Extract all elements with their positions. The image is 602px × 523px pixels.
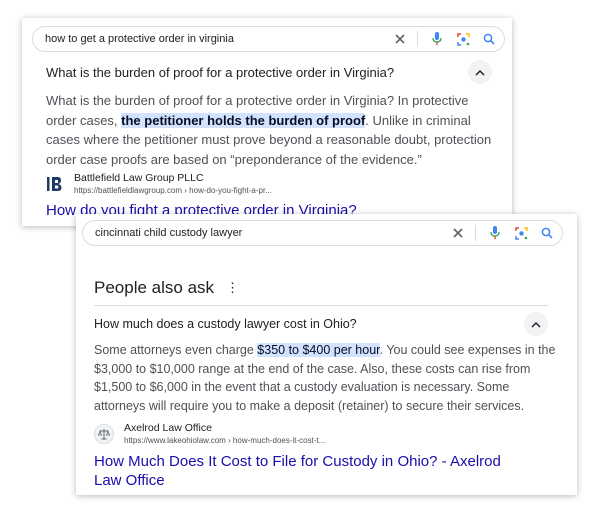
- search-input[interactable]: cincinnati child custody lawyer: [83, 227, 439, 239]
- search-bar[interactable]: how to get a protective order in virgini…: [32, 26, 505, 52]
- people-also-ask-header: People also ask ⋮: [94, 278, 239, 298]
- question-text: What is the burden of proof for a protec…: [46, 64, 395, 80]
- lens-icon[interactable]: [514, 226, 528, 240]
- source-url: https://battlefieldlawgroup.com › how-do…: [74, 186, 272, 195]
- close-icon[interactable]: [451, 226, 465, 240]
- section-divider: [94, 305, 548, 306]
- source-attribution[interactable]: Axelrod Law Office https://www.lakeohiol…: [94, 422, 325, 445]
- answer-highlight: the petitioner holds the burden of proof: [121, 112, 366, 128]
- section-title: People also ask: [94, 278, 215, 297]
- microphone-icon[interactable]: [430, 32, 444, 46]
- question-row[interactable]: How much does a custody lawyer cost in O…: [94, 312, 548, 336]
- search-result-card-protective-order: how to get a protective order in virgini…: [22, 18, 512, 226]
- result-link[interactable]: How Much Does It Cost to File for Custod…: [94, 452, 524, 490]
- search-input[interactable]: how to get a protective order in virgini…: [33, 33, 381, 45]
- battlefield-logo-icon: [46, 175, 64, 193]
- search-icon[interactable]: [540, 226, 554, 240]
- question-text: How much does a custody lawyer cost in O…: [94, 317, 357, 331]
- search-bar-divider: [417, 31, 418, 47]
- microphone-icon[interactable]: [488, 226, 502, 240]
- search-bar-divider: [475, 225, 476, 241]
- answer-snippet: What is the burden of proof for a protec…: [46, 91, 498, 169]
- search-bar[interactable]: cincinnati child custody lawyer: [82, 220, 563, 246]
- more-options-icon[interactable]: ⋮: [226, 280, 239, 296]
- lens-icon[interactable]: [456, 32, 470, 46]
- source-url: https://www.lakeohiolaw.com › how-much-d…: [124, 436, 326, 445]
- scales-logo-icon: [94, 423, 114, 444]
- answer-highlight: $350 to $400 per hour: [257, 343, 380, 357]
- search-icon[interactable]: [482, 32, 496, 46]
- source-name: Axelrod Law Office: [124, 422, 212, 434]
- chevron-up-icon[interactable]: [468, 60, 492, 84]
- source-name: Battlefield Law Group PLLC: [74, 172, 204, 184]
- chevron-up-icon[interactable]: [524, 312, 548, 336]
- close-icon[interactable]: [393, 32, 407, 46]
- source-attribution[interactable]: Battlefield Law Group PLLC https://battl…: [46, 172, 272, 195]
- answer-snippet: Some attorneys even charge $350 to $400 …: [94, 341, 564, 415]
- search-result-card-custody-lawyer: cincinnati child custody lawyer People a…: [76, 214, 577, 495]
- answer-text: Some attorneys even charge: [94, 343, 258, 357]
- question-row[interactable]: What is the burden of proof for a protec…: [46, 60, 492, 84]
